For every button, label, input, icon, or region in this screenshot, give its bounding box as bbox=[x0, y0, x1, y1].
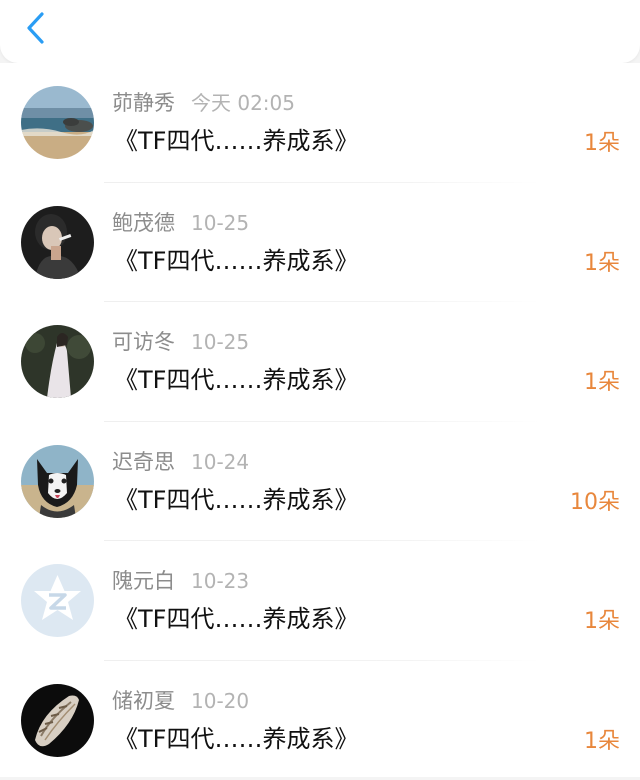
avatar[interactable] bbox=[21, 564, 94, 637]
default-qzone-star-icon bbox=[21, 564, 94, 637]
timestamp: 10-23 bbox=[191, 569, 249, 593]
timestamp: 10-25 bbox=[191, 211, 249, 235]
flower-count: 1朵 bbox=[584, 729, 620, 755]
avatar[interactable] bbox=[21, 86, 94, 159]
item-meta: 隗元白 10-23 bbox=[112, 568, 249, 594]
list-item[interactable]: 鲍茂德 10-25 《TF四代……养成系》 1朵 bbox=[0, 183, 640, 303]
back-button[interactable] bbox=[16, 8, 56, 48]
work-title[interactable]: 《TF四代……养成系》 bbox=[114, 246, 358, 276]
list-item[interactable]: 可访冬 10-25 《TF四代……养成系》 1朵 bbox=[0, 302, 640, 422]
avatar[interactable] bbox=[21, 325, 94, 398]
gift-list: 茆静秀今天 02:05 《TF四代……养成系》 1朵 鲍茂德 10-25 《TF四… bbox=[0, 63, 640, 777]
work-title[interactable]: 《TF四代……养成系》 bbox=[114, 724, 358, 754]
sender-name[interactable]: 可访冬 bbox=[112, 330, 175, 354]
avatar[interactable] bbox=[21, 684, 94, 757]
flower-count: 1朵 bbox=[584, 609, 620, 635]
list-item[interactable]: 茆静秀今天 02:05 《TF四代……养成系》 1朵 bbox=[0, 63, 640, 183]
flower-count: 1朵 bbox=[584, 251, 620, 277]
flower-count: 1朵 bbox=[584, 370, 620, 396]
item-meta: 可访冬 10-25 bbox=[112, 329, 249, 355]
flower-count: 10朵 bbox=[570, 490, 620, 516]
item-meta: 鲍茂德 10-25 bbox=[112, 210, 249, 236]
timestamp: 10-20 bbox=[191, 689, 249, 713]
list-item[interactable]: 迟奇思 10-24 《TF四代……养成系》 10朵 bbox=[0, 422, 640, 542]
flower-count: 1朵 bbox=[584, 131, 620, 157]
timestamp: 今天 02:05 bbox=[191, 91, 295, 115]
list-item[interactable]: 隗元白 10-23 《TF四代……养成系》 1朵 bbox=[0, 541, 640, 661]
item-meta: 茆静秀今天 02:05 bbox=[112, 90, 295, 116]
sender-name[interactable]: 迟奇思 bbox=[112, 450, 175, 474]
item-meta: 储初夏 10-20 bbox=[112, 688, 249, 714]
timestamp: 10-25 bbox=[191, 330, 249, 354]
item-meta: 迟奇思 10-24 bbox=[112, 449, 249, 475]
sender-name[interactable]: 茆静秀 bbox=[112, 91, 175, 115]
avatar[interactable] bbox=[21, 445, 94, 518]
list-item[interactable]: 储初夏 10-20 《TF四代……养成系》 1朵 bbox=[0, 661, 640, 780]
work-title[interactable]: 《TF四代……养成系》 bbox=[114, 604, 358, 634]
work-title[interactable]: 《TF四代……养成系》 bbox=[114, 365, 358, 395]
work-title[interactable]: 《TF四代……养成系》 bbox=[114, 126, 358, 156]
chevron-left-icon bbox=[24, 8, 48, 48]
sender-name[interactable]: 储初夏 bbox=[112, 689, 175, 713]
timestamp: 10-24 bbox=[191, 450, 249, 474]
work-title[interactable]: 《TF四代……养成系》 bbox=[114, 485, 358, 515]
top-bar bbox=[0, 0, 640, 63]
sender-name[interactable]: 隗元白 bbox=[112, 569, 175, 593]
sender-name[interactable]: 鲍茂德 bbox=[112, 211, 175, 235]
avatar[interactable] bbox=[21, 206, 94, 279]
